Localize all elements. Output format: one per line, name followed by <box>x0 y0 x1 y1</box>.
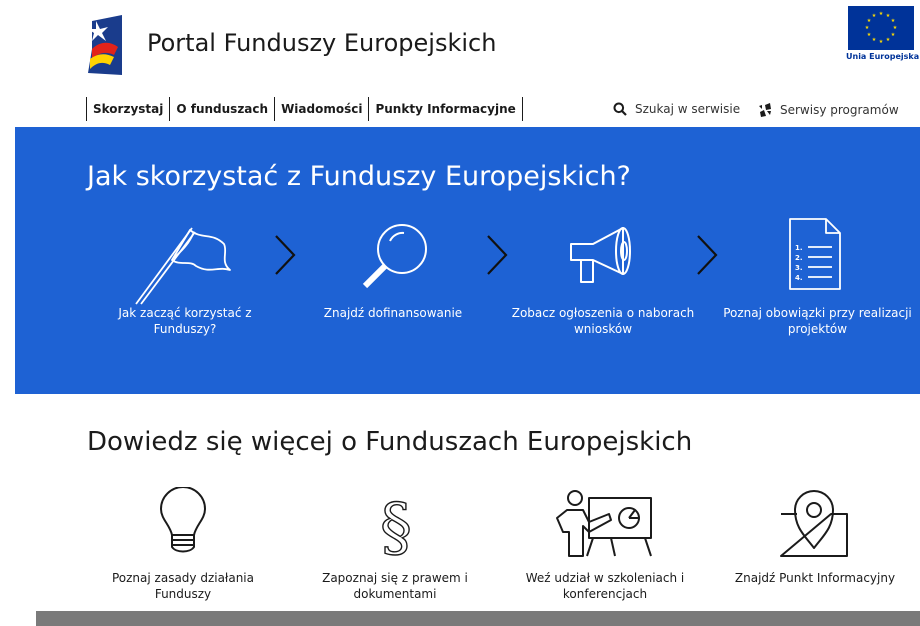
flag-icon[interactable] <box>132 222 240 308</box>
chevron-right-icon <box>275 235 296 275</box>
nav-item-wiadomosci[interactable]: Wiadomości <box>274 97 368 121</box>
eu-flag-icon: ★ ★★ ★★★ ★★★ ★★★ <box>848 6 914 50</box>
site-title[interactable]: Portal Funduszy Europejskich <box>147 29 496 57</box>
document-list-icon[interactable]: 1. 2. 3. 4. <box>788 217 844 293</box>
svg-text:★: ★ <box>865 25 870 31</box>
programs-icon <box>759 103 771 117</box>
step-label[interactable]: Znajdź dofinansowanie <box>313 305 473 321</box>
paragraph-icon[interactable]: § <box>376 487 416 561</box>
learn-title: Dowiedz się więcej o Funduszach Europejs… <box>87 427 693 457</box>
svg-text:★: ★ <box>893 25 898 31</box>
programs-link-label: Serwisy programów <box>780 103 899 117</box>
svg-text:★: ★ <box>891 18 896 24</box>
search-link-label: Szukaj w serwisie <box>635 102 741 116</box>
hero-title: Jak skorzystać z Funduszy Europejskich? <box>87 161 631 192</box>
svg-text:4.: 4. <box>795 274 803 282</box>
svg-text:★: ★ <box>872 13 877 19</box>
main-nav: Skorzystaj O funduszach Wiadomości Punkt… <box>86 96 523 122</box>
svg-text:★: ★ <box>879 11 884 17</box>
svg-text:1.: 1. <box>795 244 803 252</box>
lightbulb-icon[interactable] <box>158 487 208 559</box>
presentation-icon[interactable] <box>553 488 655 558</box>
hero-banner: Jak skorzystać z Funduszy Europejskich? … <box>15 127 920 394</box>
eu-logo[interactable]: ★ ★ ★ ★ ★ ★ ★ ★ ★ ★ ★ ★ Unia Europejska <box>846 6 920 64</box>
svg-text:★: ★ <box>867 32 872 38</box>
learn-item-label[interactable]: Zapoznaj się z prawem i dokumentami <box>300 570 490 602</box>
map-pin-icon[interactable] <box>779 488 849 558</box>
svg-text:§: § <box>380 491 412 561</box>
search-icon <box>613 102 627 116</box>
svg-text:★: ★ <box>872 37 877 43</box>
programs-link[interactable]: Serwisy programów <box>757 102 899 118</box>
step-label[interactable]: Zobacz ogłoszenia o naborach wniosków <box>503 305 703 337</box>
learn-item-label[interactable]: Poznaj zasady działania Funduszy <box>100 570 266 602</box>
chevron-right-icon <box>487 235 508 275</box>
nav-item-punkty-informacyjne[interactable]: Punkty Informacyjne <box>368 97 523 121</box>
magnifier-icon[interactable] <box>358 221 432 295</box>
learn-item-label[interactable]: Znajdź Punkt Informacyjny <box>720 570 910 586</box>
step-label[interactable]: Jak zacząć korzystać z Funduszy? <box>105 305 265 337</box>
nav-item-skorzystaj[interactable]: Skorzystaj <box>86 97 169 121</box>
learn-item-label[interactable]: Weź udział w szkoleniach i konferencjach <box>515 570 695 602</box>
nav-item-o-funduszach[interactable]: O funduszach <box>169 97 274 121</box>
svg-text:3.: 3. <box>795 264 803 272</box>
footer-bar <box>36 611 920 626</box>
svg-text:★: ★ <box>886 37 891 43</box>
svg-text:2.: 2. <box>795 254 803 262</box>
megaphone-icon[interactable] <box>567 220 637 290</box>
chevron-right-icon <box>697 235 718 275</box>
svg-text:★: ★ <box>879 39 884 45</box>
fe-logo-icon[interactable] <box>86 15 122 75</box>
search-link[interactable]: Szukaj w serwisie <box>613 102 740 116</box>
step-label[interactable]: Poznaj obowiązki przy realizacji projekt… <box>715 305 920 337</box>
eu-caption: Unia Europejska <box>846 52 920 61</box>
svg-text:★: ★ <box>891 32 896 38</box>
